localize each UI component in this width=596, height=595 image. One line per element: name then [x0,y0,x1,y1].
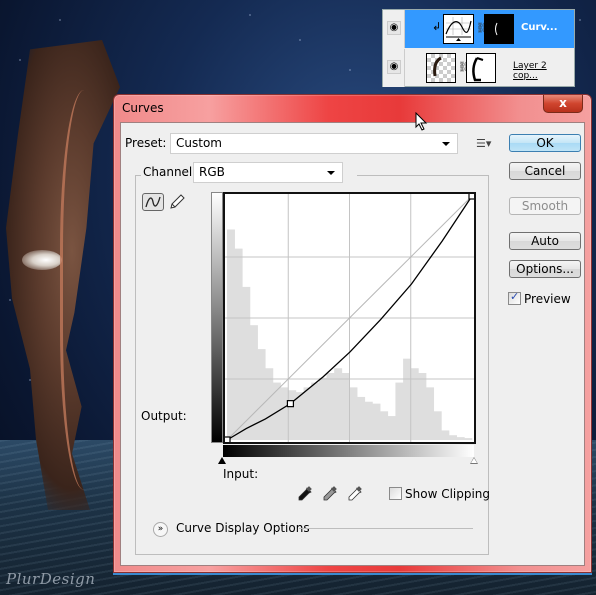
curve-control-point[interactable] [286,400,295,408]
histogram-bar [464,438,473,440]
channel-value: RGB [199,165,225,179]
histogram-bar [326,373,335,440]
visibility-cell[interactable]: ◉ [383,49,405,87]
watermark: PlurDesign [6,570,96,588]
divider [299,528,473,529]
input-gradient-bar [223,445,474,457]
eye-icon[interactable]: ◉ [387,21,401,35]
layer-mask-thumbnail[interactable] [466,53,496,83]
dialog-client: Preset: Custom ☰▾ Channel: RGB Output: I… [120,122,585,566]
histogram-bar [234,248,243,440]
histogram-bar [441,430,450,440]
histogram-bar [242,286,251,440]
preset-select[interactable]: Custom [170,133,458,154]
visibility-cell[interactable]: ◉ [383,10,405,48]
histogram-bar [357,396,366,440]
histogram-bar [418,373,427,440]
curve-control-point[interactable] [225,436,231,442]
histogram-bar [403,358,412,440]
black-point-eyedropper[interactable] [296,485,314,503]
histogram-bar [433,411,442,440]
histogram-bar [280,387,289,440]
histogram-bar [311,382,320,440]
eyedropper-white-icon [348,486,362,501]
layer-name[interactable]: Curv... [521,22,558,33]
histogram-bar [295,392,304,440]
histogram-bar [227,229,235,440]
histogram-bar [456,437,465,440]
title-bar[interactable]: Curves x [114,95,591,119]
show-clipping-checkbox[interactable] [389,487,402,500]
curves-dialog: Curves x Preset: Custom ☰▾ Channel: RGB [113,94,592,575]
layer-row-curves[interactable]: ◉ ↲ ⛓ Curv... [383,10,574,48]
layer-mask-thumbnail[interactable] [484,14,514,44]
dialog-title: Curves [122,101,164,115]
black-point-slider[interactable] [218,457,226,464]
curve-control-point[interactable] [468,194,474,200]
gray-point-eyedropper[interactable] [321,485,339,503]
histogram-bar [364,401,373,440]
smooth-button[interactable]: Smooth [509,197,581,215]
curve-chart[interactable] [225,194,474,442]
histogram-bar [318,377,327,440]
curve-point-tool[interactable] [142,193,164,211]
mouse-cursor-icon [415,112,428,131]
histogram-bar [387,416,396,440]
white-point-eyedropper[interactable] [346,485,364,503]
histogram-bar [257,349,266,440]
channel-label: Channel: [143,165,197,179]
histogram-bar [288,390,297,440]
preview-label[interactable]: Preview [524,292,571,306]
cancel-button[interactable]: Cancel [509,162,581,180]
layer-thumbnail[interactable] [426,53,456,83]
preview-checkbox[interactable] [508,290,521,305]
histogram-bar [303,387,312,440]
histogram-bar [395,382,404,440]
ok-button[interactable]: OK [509,134,581,152]
histogram-bar [426,387,435,440]
input-label: Input: [223,467,259,481]
close-icon: x [559,96,567,110]
histogram-bar [380,411,389,440]
histogram-bar [349,387,358,440]
histogram-bar [372,403,381,440]
show-clipping-label[interactable]: Show Clipping [405,487,490,501]
channel-select[interactable]: RGB [193,162,343,183]
preset-value: Custom [176,136,222,150]
curve-graph[interactable] [223,192,476,444]
curve-icon [145,196,161,208]
pencil-tool[interactable] [168,193,186,214]
options-button[interactable]: Options... [509,260,581,278]
histogram-bar [341,373,350,440]
clipping-arrow-icon: ↲ [432,20,442,33]
chevron-down-icon [327,171,335,175]
preset-options-menu-icon[interactable]: ☰▾ [476,137,491,150]
output-label: Output: [141,409,187,423]
curve-display-options-label[interactable]: Curve Display Options [176,521,310,535]
pencil-icon [170,194,185,209]
chevron-down-icon [442,142,450,146]
layers-panel: ◉ ↲ ⛓ Curv... ◉ ⛓ Layer 2 cop... [382,9,575,87]
curves-adjustment-thumbnail[interactable] [443,14,474,44]
double-chevron-down-icon: » [157,524,164,534]
eyedropper-black-icon [298,486,312,501]
expand-curve-display-options-button[interactable]: » [153,522,168,537]
eye-icon[interactable]: ◉ [387,60,401,74]
close-button[interactable]: x [543,95,583,113]
output-gradient-bar [211,192,223,443]
auto-button[interactable]: Auto [509,232,581,250]
eyedropper-gray-icon [323,486,337,501]
face-eye-artwork [22,250,62,270]
layer-row-layer2copy[interactable]: ◉ ⛓ Layer 2 cop... [383,49,574,87]
layer-name[interactable]: Layer 2 cop... [513,61,574,81]
face-edge-artwork [60,90,120,490]
white-point-slider[interactable] [470,457,478,464]
histogram-bar [449,435,457,440]
preset-label: Preset: [125,136,167,150]
